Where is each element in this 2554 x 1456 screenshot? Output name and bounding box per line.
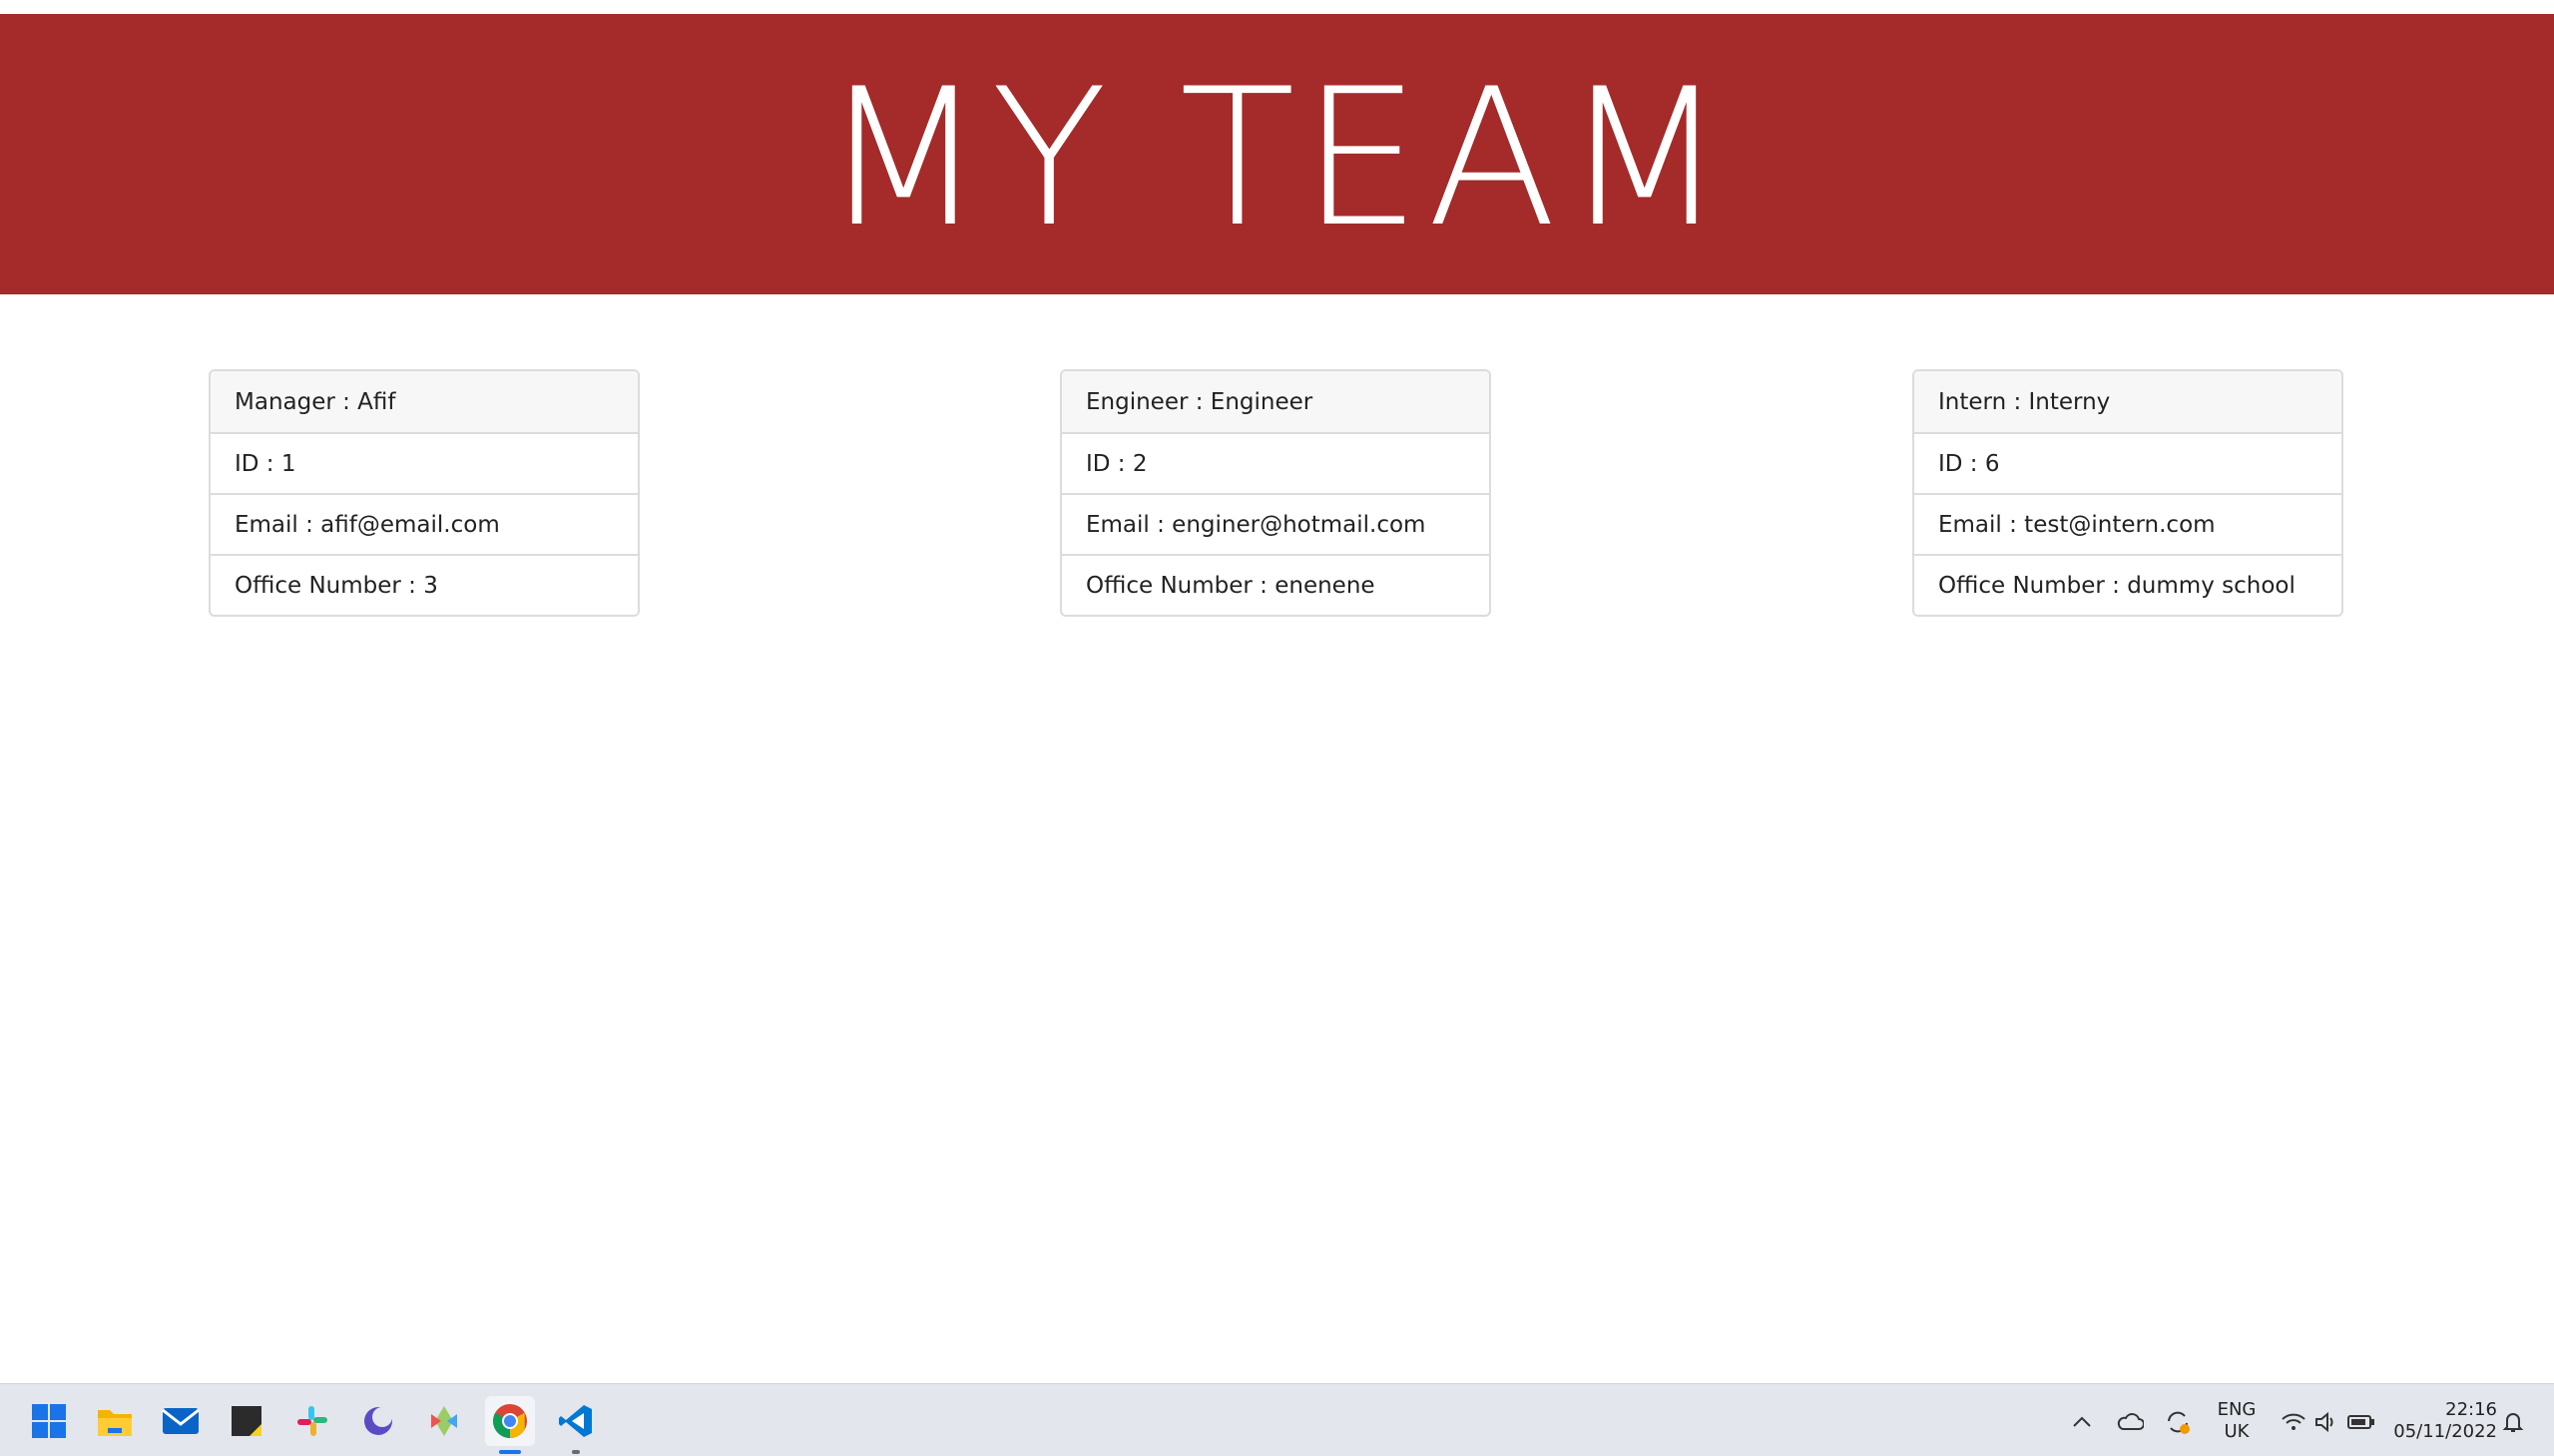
card-id: ID : 6 bbox=[1914, 432, 2341, 493]
sync-icon[interactable] bbox=[2164, 1408, 2192, 1436]
language-indicator[interactable]: ENG UK bbox=[2212, 1399, 2262, 1443]
card-title: Manager : Afif bbox=[211, 371, 638, 432]
sticky-notes-icon[interactable] bbox=[222, 1396, 271, 1446]
card-email[interactable]: Email : test@intern.com bbox=[1914, 493, 2341, 554]
taskbar: ENG UK 22:16 05/11/2022 bbox=[0, 1383, 2554, 1456]
employee-card-manager: Manager : Afif ID : 1 Email : afif@email… bbox=[209, 369, 640, 617]
slack-icon[interactable] bbox=[287, 1396, 337, 1446]
page-header: MY TEAM bbox=[0, 14, 2554, 294]
chrome-icon[interactable] bbox=[485, 1396, 535, 1454]
card-title: Intern : Interny bbox=[1914, 371, 2341, 432]
file-explorer-icon[interactable] bbox=[90, 1396, 140, 1446]
card-office-number: Office Number : enenene bbox=[1062, 554, 1489, 615]
language-line-1: ENG bbox=[2217, 1399, 2257, 1420]
language-line-2: UK bbox=[2224, 1421, 2250, 1442]
clock-time: 22:16 bbox=[2445, 1399, 2497, 1420]
mail-icon[interactable] bbox=[156, 1396, 206, 1446]
chevron-up-icon[interactable] bbox=[2068, 1408, 2096, 1436]
wifi-icon[interactable] bbox=[2280, 1408, 2307, 1436]
card-office-number: Office Number : 3 bbox=[211, 554, 638, 615]
onedrive-cloud-icon[interactable] bbox=[2116, 1408, 2144, 1436]
clock[interactable]: 22:16 05/11/2022 bbox=[2393, 1399, 2497, 1443]
card-id: ID : 1 bbox=[211, 432, 638, 493]
volume-icon[interactable] bbox=[2311, 1408, 2339, 1436]
card-title: Engineer : Engineer bbox=[1062, 371, 1489, 432]
vscode-icon[interactable] bbox=[551, 1396, 601, 1454]
employee-card-engineer: Engineer : Engineer ID : 2 Email : engin… bbox=[1060, 369, 1491, 617]
employee-card-intern: Intern : Interny ID : 6 Email : test@int… bbox=[1912, 369, 2343, 617]
gitkraken-icon[interactable] bbox=[419, 1396, 469, 1446]
notifications-bell-icon[interactable] bbox=[2499, 1408, 2527, 1436]
card-office-number: Office Number : dummy school bbox=[1914, 554, 2341, 615]
card-email[interactable]: Email : afif@email.com bbox=[211, 493, 638, 554]
card-email[interactable]: Email : enginer@hotmail.com bbox=[1062, 493, 1489, 554]
card-id: ID : 2 bbox=[1062, 432, 1489, 493]
page: MY TEAM Manager : Afif ID : 1 Email : af… bbox=[0, 0, 2554, 1456]
windows-start-icon[interactable] bbox=[24, 1396, 74, 1446]
battery-icon[interactable] bbox=[2347, 1408, 2375, 1436]
page-title: MY TEAM bbox=[821, 47, 1733, 268]
app-moon-icon[interactable] bbox=[353, 1396, 403, 1446]
clock-date: 05/11/2022 bbox=[2393, 1421, 2497, 1442]
